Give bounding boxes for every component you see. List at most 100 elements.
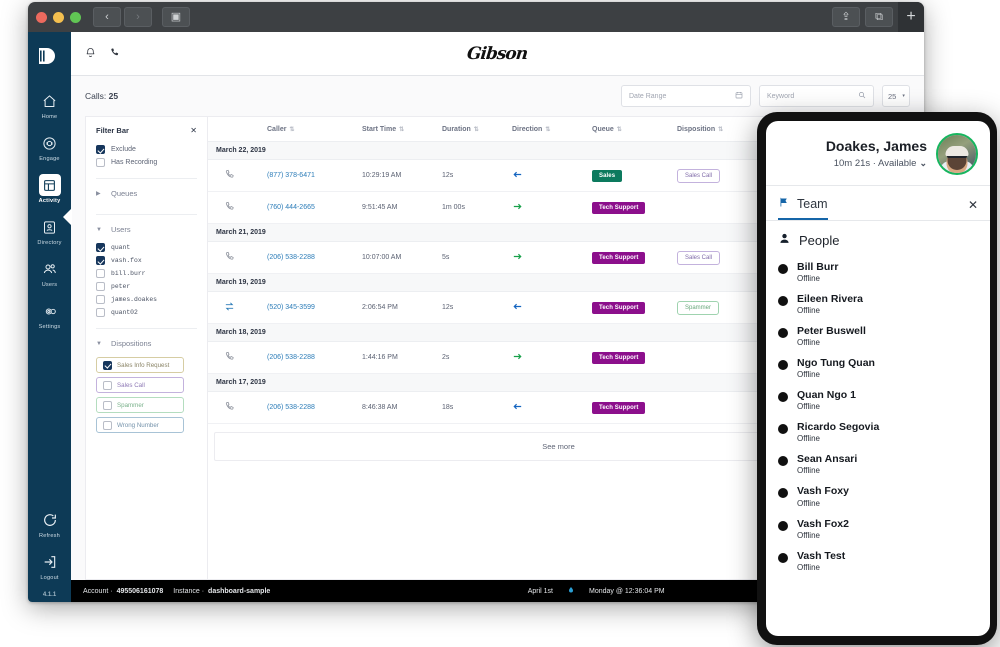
maximize-window-button[interactable] <box>70 12 81 23</box>
start-time-cell: 8:46:38 AM <box>358 392 438 424</box>
checkbox-exclude[interactable] <box>96 145 105 154</box>
headset-icon <box>39 132 61 154</box>
list-item[interactable]: Ricardo SegoviaOffline <box>778 416 978 448</box>
calls-value: 25 <box>109 91 118 101</box>
start-time-cell: 9:51:45 AM <box>358 192 438 224</box>
direction-cell <box>508 192 588 224</box>
disposition-filter-sales-info-request[interactable]: Sales Info Request <box>96 357 184 373</box>
page-size-value: 25 <box>888 92 896 101</box>
disposition-filter-spammer[interactable]: Spammer <box>96 397 184 413</box>
close-window-button[interactable] <box>36 12 47 23</box>
checkbox-wrong-number[interactable] <box>103 421 112 430</box>
user-filter-row[interactable]: quant02 <box>86 306 207 319</box>
people-list[interactable]: Bill BurrOffline Eileen RiveraOffline Pe… <box>766 256 990 636</box>
sidebar-item-logout[interactable]: Logout <box>28 544 71 586</box>
user-filter-row[interactable]: peter <box>86 280 207 293</box>
inbound-arrow-icon <box>512 407 523 414</box>
checkbox-user-bill-burr[interactable] <box>96 269 105 278</box>
list-item[interactable]: Eileen RiveraOffline <box>778 288 978 320</box>
checkbox-sales-call[interactable] <box>103 381 112 390</box>
filter-checkbox-exclude[interactable]: Exclude <box>86 143 207 156</box>
filter-group-dispositions[interactable]: ▼ Dispositions <box>86 338 207 355</box>
sidebar-item-activity[interactable]: Activity <box>28 167 71 209</box>
new-tab-button[interactable]: + <box>898 2 924 32</box>
user-filter-row[interactable]: vash.fox <box>86 254 207 267</box>
checkbox-sales-info-request[interactable] <box>103 361 112 370</box>
list-item[interactable]: Quan Ngo 1Offline <box>778 384 978 416</box>
filter-group-queues[interactable]: ▶ Queues <box>86 188 207 205</box>
sidebar-item-users[interactable]: Users <box>28 251 71 293</box>
back-button[interactable]: ‹ <box>93 7 121 27</box>
phone-icon[interactable] <box>109 45 120 63</box>
people-section-header: People <box>766 221 990 256</box>
close-icon[interactable]: ✕ <box>968 198 978 219</box>
minimize-window-button[interactable] <box>53 12 64 23</box>
column-header-queue[interactable]: Queue⇅ <box>588 117 673 142</box>
sidebar-item-refresh[interactable]: Refresh <box>28 502 71 544</box>
caller-cell[interactable]: (520) 345-3599 <box>263 292 358 324</box>
phone-call-icon <box>212 257 235 264</box>
caller-cell[interactable]: (206) 538-2288 <box>263 242 358 274</box>
start-time-cell: 10:29:19 AM <box>358 160 438 192</box>
list-item[interactable]: Peter BuswellOffline <box>778 320 978 352</box>
checkbox-user-quant02[interactable] <box>96 308 105 317</box>
avatar[interactable] <box>936 133 978 175</box>
chevron-down-icon[interactable]: ⌄ <box>919 158 927 169</box>
sidebar-label-engage: Engage <box>39 156 60 162</box>
list-item[interactable]: Vash Fox2Offline <box>778 513 978 545</box>
call-type-cell <box>208 342 263 374</box>
duration-cell: 2s <box>438 342 508 374</box>
duration-cell: 12s <box>438 160 508 192</box>
column-header-direction[interactable]: Direction⇅ <box>508 117 588 142</box>
close-icon[interactable]: ✕ <box>190 127 197 135</box>
caller-cell[interactable]: (877) 378-6471 <box>263 160 358 192</box>
sidebar-item-settings[interactable]: Settings <box>28 293 71 335</box>
disposition-filter-sales-call[interactable]: Sales Call <box>96 377 184 393</box>
checkbox-user-quant[interactable] <box>96 243 105 252</box>
column-header-caller[interactable]: Caller⇅ <box>263 117 358 142</box>
divider <box>96 178 197 179</box>
caller-cell[interactable]: (206) 538-2288 <box>263 342 358 374</box>
checkbox-has-recording[interactable] <box>96 158 105 167</box>
person-status: Offline <box>797 563 845 572</box>
list-item[interactable]: Vash TestOffline <box>778 545 978 577</box>
filter-group-users[interactable]: ▼ Users <box>86 224 207 241</box>
checkbox-user-james-doakes[interactable] <box>96 295 105 304</box>
share-icon[interactable]: ⇪ <box>832 7 860 27</box>
column-header-start-time[interactable]: Start Time⇅ <box>358 117 438 142</box>
duration-cell: 18s <box>438 392 508 424</box>
duration-cell: 1m 00s <box>438 192 508 224</box>
date-range-input[interactable]: Date Range <box>621 85 751 107</box>
tabs-icon[interactable]: ⧉ <box>865 7 893 27</box>
list-item[interactable]: Ngo Tung QuanOffline <box>778 352 978 384</box>
water-drop-icon <box>567 585 575 597</box>
user-filter-row[interactable]: james.doakes <box>86 293 207 306</box>
softphone-status[interactable]: 10m 21s · Available ⌄ <box>826 158 927 169</box>
person-name: Bill Burr <box>797 261 838 273</box>
direction-cell <box>508 292 588 324</box>
user-filter-row[interactable]: bill.burr <box>86 267 207 280</box>
keyword-input[interactable]: Keyword <box>759 85 874 107</box>
list-item[interactable]: Vash FoxyOffline <box>778 480 978 512</box>
sidebar-item-engage[interactable]: Engage <box>28 125 71 167</box>
list-item[interactable]: Sean AnsariOffline <box>778 448 978 480</box>
queue-badge: Tech Support <box>592 402 645 414</box>
tab-team[interactable]: Team <box>778 196 828 220</box>
caller-cell[interactable]: (206) 538-2288 <box>263 392 358 424</box>
filter-checkbox-has-recording[interactable]: Has Recording <box>86 156 207 169</box>
checkbox-user-peter[interactable] <box>96 282 105 291</box>
sidebar-toggle-icon[interactable]: ▣ <box>162 7 190 27</box>
user-filter-row[interactable]: quant <box>86 241 207 254</box>
checkbox-user-vash-fox[interactable] <box>96 256 105 265</box>
checkbox-spammer[interactable] <box>103 401 112 410</box>
divider <box>96 328 197 329</box>
caller-cell[interactable]: (760) 444-2665 <box>263 192 358 224</box>
column-header-duration[interactable]: Duration⇅ <box>438 117 508 142</box>
page-size-select[interactable]: 25 ▾ <box>882 85 910 107</box>
disposition-filter-wrong-number[interactable]: Wrong Number <box>96 417 184 433</box>
list-item[interactable]: Bill BurrOffline <box>778 256 978 288</box>
flag-icon <box>778 196 790 211</box>
sidebar-item-home[interactable]: Home <box>28 83 71 125</box>
forward-button[interactable]: › <box>124 7 152 27</box>
bell-icon[interactable] <box>85 45 96 63</box>
